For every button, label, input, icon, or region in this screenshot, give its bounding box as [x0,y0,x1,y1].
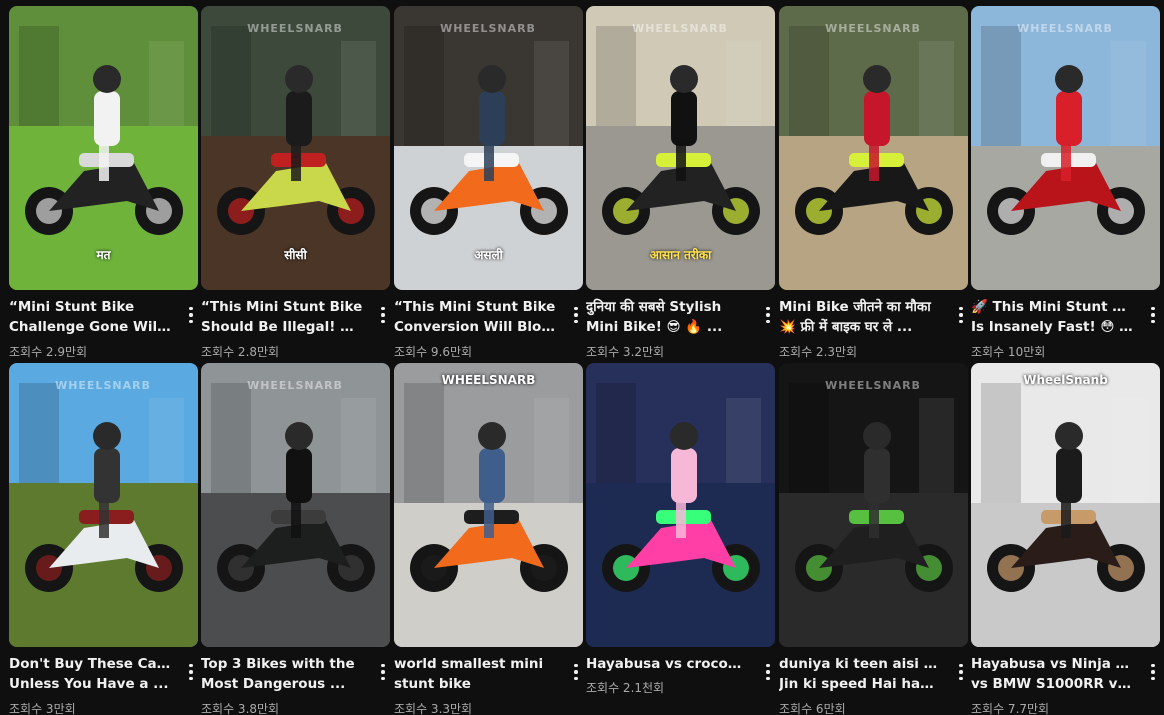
short-card[interactable]: मत “Mini Stunt Bike Challenge Gone Wild!” 조… [9,6,198,359]
thumbnail-overlay-text: मत [96,248,111,262]
short-thumbnail[interactable]: WHEELSNARB [201,363,390,647]
short-thumbnail[interactable]: WHEELSNARB [394,363,583,647]
short-title-line-1[interactable]: Hayabusa vs Ninja H2R [971,654,1133,674]
short-card[interactable]: WHEELSNARB सीसी “This Mini Stunt Bike Shoul… [201,6,390,359]
thumbnail-overlay-text: WheelSnanb [1023,373,1108,387]
short-title-line-2[interactable]: Should Be Illegal! 😳 ... [201,317,363,337]
view-count: 조회수 3.3만회 [394,702,473,715]
more-vert-icon[interactable] [569,303,583,327]
short-title-line-1[interactable]: “This Mini Stunt Bike [394,297,556,317]
more-vert-icon[interactable] [761,660,775,684]
short-thumbnail[interactable]: WHEELSNARB सीसी [201,6,390,290]
thumbnail-overlay-text: WHEELSNARB [441,373,536,387]
short-card[interactable]: Hayabusa vs crocodile 조회수 2.1천회 [586,363,775,713]
svg-text:WHEELSNARB: WHEELSNARB [825,22,921,35]
short-card[interactable]: WheelSnanb Hayabusa vs Ninja H2R vs BMW S1… [971,363,1160,715]
more-vert-icon[interactable] [1146,660,1160,684]
view-count: 조회수 9.6만회 [394,345,473,359]
more-vert-icon[interactable] [954,303,968,327]
short-card[interactable]: WHEELSNARB world smallest mini stunt bike 조… [394,363,583,715]
short-title-line-1[interactable]: duniya ki teen aisi bike [779,654,941,674]
short-thumbnail[interactable]: WHEELSNARB [779,363,968,647]
short-title-line-1[interactable]: Top 3 Bikes with the [201,654,363,674]
more-vert-icon[interactable] [569,660,583,684]
short-thumbnail[interactable]: WHEELSNARB [971,6,1160,290]
short-card[interactable]: WHEELSNARB 🚀 This Mini Stunt Bike Is Insan… [971,6,1160,359]
svg-text:WHEELSNARB: WHEELSNARB [440,22,536,35]
svg-text:WHEELSNARB: WHEELSNARB [825,379,921,392]
view-count: 조회수 10만회 [971,345,1046,359]
view-count: 조회수 2.3만회 [779,345,858,359]
view-count: 조회수 2.9만회 [9,345,88,359]
short-title-line-2[interactable]: Unless You Have a ... [9,674,171,694]
short-title-line-1[interactable]: Hayabusa vs crocodile [586,654,748,674]
short-title-line-2[interactable]: Is Insanely Fast! 😳 ... [971,317,1133,337]
short-card[interactable]: WHEELSNARB आसान तरीका दुनिया की सबसे Styli… [586,6,775,359]
short-title-line-2[interactable]: vs BMW S1000RR vs ... [971,674,1133,694]
svg-text:WHEELSNARB: WHEELSNARB [55,379,151,392]
view-count: 조회수 3.2만회 [586,345,665,359]
svg-text:WHEELSNARB: WHEELSNARB [1017,22,1113,35]
svg-text:WHEELSNARB: WHEELSNARB [247,22,343,35]
svg-text:WHEELSNARB: WHEELSNARB [247,379,343,392]
thumbnail-overlay-text: आसान तरीका [649,248,712,262]
more-vert-icon[interactable] [184,303,198,327]
short-card[interactable]: WHEELSNARB duniya ki teen aisi bike Jin ki… [779,363,968,715]
shorts-grid: मत “Mini Stunt Bike Challenge Gone Wild!” 조… [0,0,1164,715]
short-title-line-2[interactable]: stunt bike [394,674,556,694]
short-thumbnail[interactable]: WHEELSNARB असली [394,6,583,290]
short-title-line-2[interactable]: Jin ki speed Hai hawa ... [779,674,941,694]
view-count: 조회수 7.7만회 [971,702,1050,715]
short-thumbnail[interactable]: WheelSnanb [971,363,1160,647]
short-title-line-2[interactable]: Conversion Will Blow ... [394,317,556,337]
more-vert-icon[interactable] [184,660,198,684]
view-count: 조회수 3.8만회 [201,702,280,715]
short-card[interactable]: WHEELSNARB असली “This Mini Stunt Bike Conve… [394,6,583,359]
more-vert-icon[interactable] [376,660,390,684]
more-vert-icon[interactable] [1146,303,1160,327]
short-title-line-1[interactable]: “This Mini Stunt Bike [201,297,363,317]
short-title-line-1[interactable]: 🚀 This Mini Stunt Bike [971,297,1133,317]
thumbnail-overlay-text: सीसी [284,248,307,262]
view-count: 조회수 2.8만회 [201,345,280,359]
short-title-line-2[interactable]: Most Dangerous ... [201,674,363,694]
short-title-line-1[interactable]: world smallest mini [394,654,556,674]
more-vert-icon[interactable] [761,303,775,327]
more-vert-icon[interactable] [954,660,968,684]
short-card[interactable]: WHEELSNARB Top 3 Bikes with the Most Dange… [201,363,390,715]
view-count: 조회수 6만회 [779,702,846,715]
short-title-line-2[interactable]: Challenge Gone Wild!” [9,317,171,337]
short-title-line-1[interactable]: Don't Buy These Cars [9,654,171,674]
short-title-line-2[interactable]: 💥 फ्री में बाइक घर ले ... [779,317,941,337]
short-title-line-1[interactable]: Mini Bike जीतने का मौका [779,297,941,317]
short-title-line-1[interactable]: दुनिया की सबसे Stylish [586,297,748,317]
short-title-line-1[interactable]: “Mini Stunt Bike [9,297,171,317]
short-title-line-2[interactable]: Mini Bike! 😎 🔥 ... [586,317,748,337]
short-thumbnail[interactable]: मत [9,6,198,290]
short-thumbnail[interactable] [586,363,775,647]
short-card[interactable]: WHEELSNARB Mini Bike जीतने का मौका 💥 फ्री … [779,6,968,359]
view-count: 조회수 3만회 [9,702,76,715]
short-thumbnail[interactable]: WHEELSNARB [779,6,968,290]
view-count: 조회수 2.1천회 [586,681,665,695]
short-thumbnail[interactable]: WHEELSNARB [9,363,198,647]
svg-text:WHEELSNARB: WHEELSNARB [632,22,728,35]
thumbnail-overlay-text: असली [474,248,503,262]
short-card[interactable]: WHEELSNARB Don't Buy These Cars Unless You… [9,363,198,715]
more-vert-icon[interactable] [376,303,390,327]
short-thumbnail[interactable]: WHEELSNARB आसान तरीका [586,6,775,290]
